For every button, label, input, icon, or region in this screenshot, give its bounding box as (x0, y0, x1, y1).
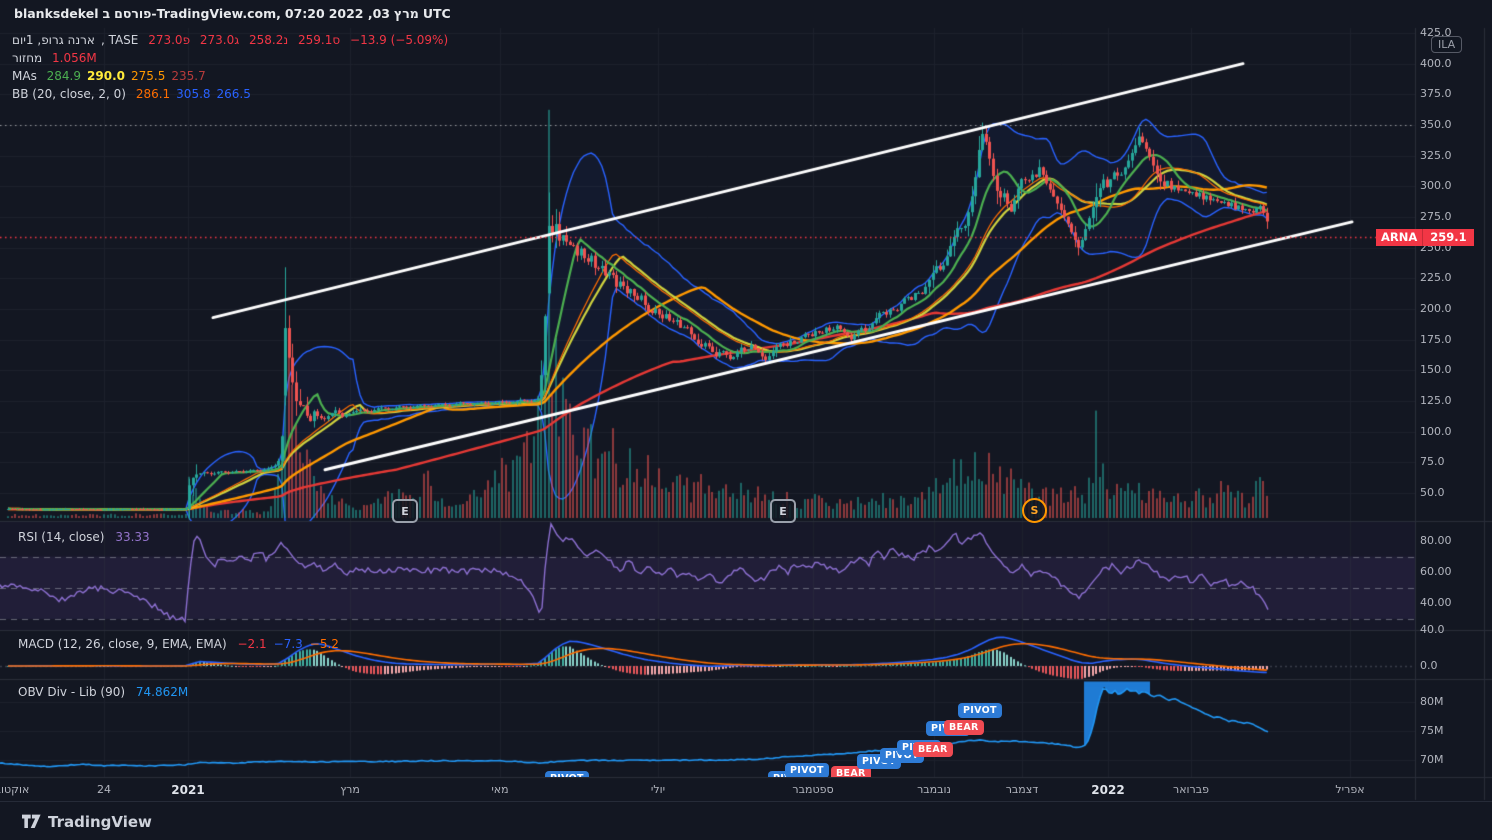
obv-tick-75M: 75M (1420, 724, 1444, 738)
pivot-marker-2[interactable]: PIVOT (785, 763, 829, 777)
price-tick-225.0: 225.0 (1420, 271, 1452, 285)
tradingview-brand-text: TradingView (48, 813, 152, 831)
credit-fragment-4: 07:20 (284, 6, 325, 21)
currency-badge[interactable]: ILA (1431, 36, 1463, 53)
close-value: ס259.1 (298, 33, 341, 47)
time-tick-24: 24 (97, 783, 111, 796)
price-tick-400.0: 400.0 (1420, 56, 1452, 70)
time-tick-אוקטוב: אוקטוב (0, 783, 30, 796)
pivot-marker-10[interactable]: PIVOT (958, 703, 1002, 718)
time-tick-אפריל: אפריל (1335, 783, 1365, 796)
time-tick-נובמבר: נובמבר (917, 783, 951, 796)
low-value: נ258.2 (249, 33, 289, 47)
time-tick-מאי: מאי (491, 783, 509, 796)
tradingview-logo[interactable]: TradingView (22, 813, 152, 831)
symbol-row: ארנה גרופ, 1יום , TASE פ273.0 ג273.0 נ258… (12, 31, 454, 49)
rsi-tick-80.00: 80.00 (1420, 534, 1452, 547)
time-tick-דצמבר: דצמבר (1005, 783, 1039, 796)
price-tick-50.0: 50.0 (1420, 486, 1445, 499)
ma-value-2: 275.5 (130, 69, 166, 83)
price-tick-275.0: 275.0 (1420, 210, 1452, 223)
open-value: פ273.0 (148, 33, 191, 47)
publisher-credit: blanksdekel ב פורסם-TradingView.com, 07:20 2… (14, 6, 455, 21)
ma-value-0: 284.9 (46, 69, 82, 83)
last-price-value: 259.1 (1423, 228, 1474, 246)
earnings-event-badge-0[interactable]: E (392, 499, 418, 523)
rsi-tick-60.00: 60.00 (1420, 565, 1452, 579)
macd-value-1: −7.3 (273, 637, 303, 651)
credit-fragment-2: פורסם (114, 6, 152, 21)
obv-tick-70M: 70M (1420, 753, 1444, 767)
price-tick-75.0: 75.0 (1420, 455, 1445, 469)
bb-value-2: 266.5 (216, 87, 251, 101)
footer-bar: TradingView (0, 801, 1492, 840)
rsi-tick-40.00: 40.00 (1420, 596, 1452, 610)
tradingview-chart-window: blanksdekel ב פורסם-TradingView.com, 07:20 2… (0, 0, 1492, 840)
time-tick-מרץ: מרץ (340, 783, 360, 796)
obv-tick-80M: 80M (1420, 695, 1444, 708)
rsi-legend: RSI (14, close) 33.33 (18, 530, 157, 544)
earnings-event-badge-1[interactable]: E (770, 499, 796, 523)
rsi-value: 33.33 (115, 530, 150, 544)
high-value: ג273.0 (199, 33, 240, 47)
volume-label: מחזור (12, 51, 43, 65)
bb-value-1: 305.8 (176, 87, 211, 101)
legend: ארנה גרופ, 1יום , TASE פ273.0 ג273.0 נ258… (12, 31, 454, 103)
price-tick-325.0: 325.0 (1420, 148, 1452, 162)
credit-fragment-6: מרץ (393, 6, 419, 21)
volume-row: מחזור 1.056M (12, 49, 454, 67)
mas-row: MAs 284.9 290.0 275.5 235.7 (12, 67, 454, 85)
bb-value-0: 286.1 (135, 87, 171, 101)
last-price-label: ARNA 259.1 (1376, 228, 1474, 246)
bb-label[interactable]: BB (20, close, 2, 0) (12, 87, 126, 101)
price-tick-300.0: 300.0 (1420, 179, 1452, 193)
time-tick-יולי: יולי (650, 783, 666, 796)
macd-legend: MACD (12, 26, close, 9, EMA, EMA) −2.1 −7… (18, 637, 346, 651)
time-tick-2021: 2021 (171, 783, 205, 797)
ma-value-1: 290.0 (87, 69, 125, 83)
ma-value-3: 235.7 (171, 69, 206, 83)
pivot-marker-0[interactable]: PIVOT (545, 771, 589, 777)
last-price-symbol: ARNA (1376, 228, 1424, 246)
bb-row: BB (20, close, 2, 0) 286.1 305.8 266.5 (12, 85, 454, 103)
symbol-exchange: , TASE (100, 33, 139, 47)
time-tick-ספטמבר: ספטמבר (792, 783, 834, 796)
credit-fragment-0: blanksdekel (14, 6, 99, 21)
credit-fragment-7: UTC (422, 6, 451, 21)
tradingview-logo-icon (22, 814, 41, 828)
price-tick-375.0: 375.0 (1420, 87, 1452, 101)
rsi-label[interactable]: RSI (14, close) (18, 530, 104, 544)
macd-tick-40.0: 40.0 (1420, 623, 1445, 636)
price-tick-100.0: 100.0 (1420, 424, 1452, 438)
bear-marker-9[interactable]: BEAR (944, 720, 984, 735)
macd-tick-0.0: 0.0 (1420, 659, 1438, 672)
credit-fragment-5: 2022 ,03 (328, 6, 390, 21)
obv-pane-overlay: PIVOTPIVOTPIVOTBEARPIVOTPIVOTPIVOTBEARPI… (0, 680, 1415, 777)
price-tick-150.0: 150.0 (1420, 363, 1452, 377)
credit-fragment-3: -TradingView.com, (151, 6, 281, 21)
volume-value: 1.056M (52, 51, 97, 65)
mas-label[interactable]: MAs (12, 69, 37, 83)
price-tick-350.0: 350.0 (1420, 118, 1452, 131)
time-tick-פברואר: פברואר (1173, 783, 1209, 796)
price-tick-125.0: 125.0 (1420, 394, 1452, 407)
change-value: −13.9 (−5.09%) (350, 33, 449, 47)
split-event-badge-2[interactable]: S (1022, 498, 1047, 523)
price-tick-200.0: 200.0 (1420, 302, 1452, 315)
macd-label[interactable]: MACD (12, 26, close, 9, EMA, EMA) (18, 637, 227, 651)
price-tick-175.0: 175.0 (1420, 332, 1452, 346)
time-tick-2022: 2022 (1091, 783, 1125, 797)
credit-fragment-1: ב (102, 6, 111, 21)
bear-marker-7[interactable]: BEAR (913, 742, 953, 757)
macd-value-2: −5.2 (309, 637, 339, 651)
macd-value-0: −2.1 (237, 637, 267, 651)
symbol-title[interactable]: ארנה גרופ, 1יום (12, 33, 95, 47)
